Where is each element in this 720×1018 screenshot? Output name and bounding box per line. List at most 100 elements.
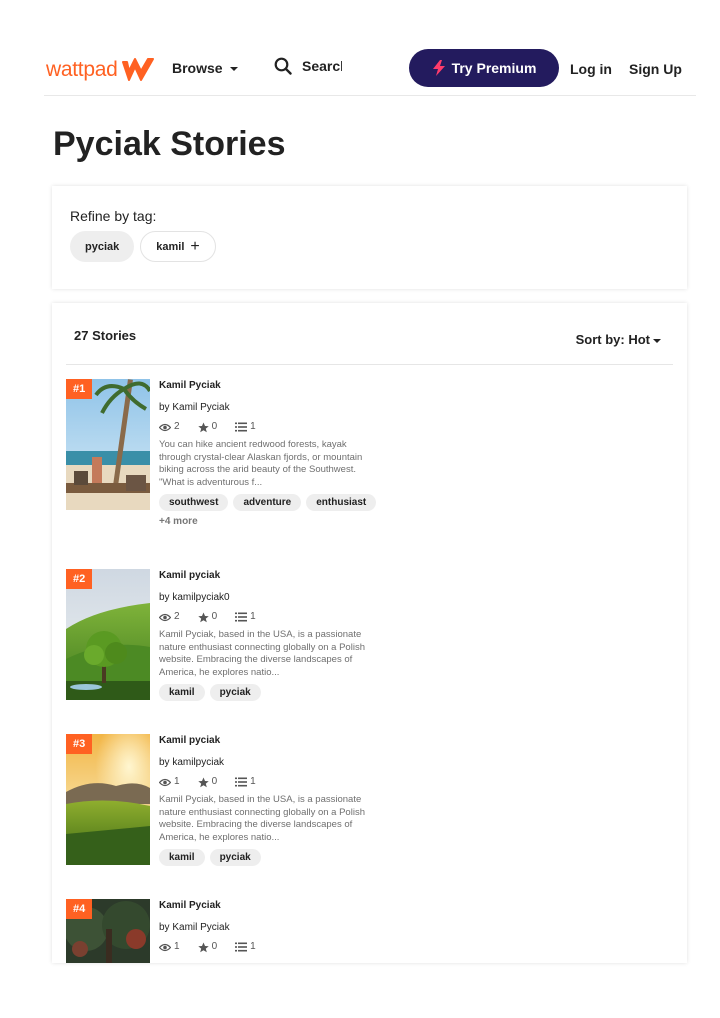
story-stats: 2 0 1 (159, 610, 379, 624)
eye-icon (159, 778, 171, 786)
parts-count: 1 (250, 421, 256, 432)
story-tag[interactable]: enthusiast (306, 494, 377, 511)
story-cover[interactable]: #4 (66, 899, 150, 963)
chevron-down-icon (653, 338, 661, 343)
votes-stat: 0 (197, 610, 218, 624)
rank-badge: #4 (66, 899, 93, 919)
views-count: 1 (174, 776, 180, 787)
story-author[interactable]: by kamilpyciak (159, 756, 379, 770)
star-icon (197, 777, 209, 787)
parts-count: 1 (250, 776, 256, 787)
page-title: Pyciak Stories (53, 125, 286, 163)
story-info: Kamil pyciak by kamilpyciak 1 0 1 Kamil … (159, 734, 379, 866)
sort-dropdown[interactable]: Sort by: Hot (576, 332, 661, 347)
browse-menu[interactable]: Browse (172, 60, 238, 76)
story-title[interactable]: Kamil Pyciak (159, 899, 379, 913)
story-tags: kamil pyciak (159, 849, 379, 866)
parts-stat: 1 (235, 420, 256, 434)
story-cover[interactable]: #2 (66, 569, 150, 700)
votes-stat: 0 (197, 940, 218, 954)
sort-label: Sort by: Hot (575, 332, 650, 347)
story-description: You can hike ancient redwood forests, ka… (159, 439, 363, 488)
story-tag[interactable]: kamil (159, 849, 205, 866)
story-description: Kamil Pyciak, based in the USA, is a pas… (159, 629, 365, 678)
story-author[interactable]: by kamilpyciak0 (159, 591, 379, 605)
refine-tag-label: kamil (156, 240, 185, 253)
list-icon (235, 777, 248, 787)
stories-count: 27 Stories (74, 328, 137, 343)
views-count: 2 (174, 611, 180, 622)
refine-tag-list: pyciak kamil + (70, 231, 216, 262)
views-count: 1 (174, 941, 180, 952)
story-stats: 1 0 1 (159, 775, 379, 789)
star-icon (197, 422, 209, 432)
search-box[interactable] (274, 57, 342, 75)
votes-count: 0 (211, 941, 218, 952)
eye-icon (159, 613, 171, 621)
votes-stat: 0 (197, 775, 218, 789)
logo-wordmark: wattpad (46, 58, 118, 81)
eye-icon (159, 423, 171, 431)
story-tag[interactable]: pyciak (209, 849, 261, 866)
story-tags: southwest adventure enthusiast +4 more (159, 494, 379, 527)
top-nav: wattpad Browse Try Premium Log in Sign U… (44, 44, 696, 96)
login-link[interactable]: Log in (570, 61, 612, 77)
story-cover[interactable]: #1 (66, 379, 150, 510)
views-stat: 2 (159, 420, 180, 434)
parts-count: 1 (250, 611, 256, 622)
story-stats: 1 0 1 (159, 940, 379, 954)
story-info: Kamil Pyciak by Kamil Pyciak 1 0 1 (159, 899, 379, 954)
story-info: Kamil Pyciak by Kamil Pyciak 2 0 1 You c… (159, 379, 379, 527)
refine-tag-label: pyciak (85, 240, 120, 253)
try-premium-button[interactable]: Try Premium (409, 49, 559, 87)
refine-tag-pyciak[interactable]: pyciak (70, 231, 135, 262)
story-title[interactable]: Kamil Pyciak (159, 379, 379, 393)
votes-stat: 0 (197, 420, 218, 434)
search-icon[interactable] (274, 57, 292, 75)
stories-panel: 27 Stories Sort by: Hot #1 Kamil Pyciak … (52, 303, 687, 963)
signup-link[interactable]: Sign Up (629, 61, 682, 77)
votes-count: 0 (211, 611, 218, 622)
story-title[interactable]: Kamil pyciak (159, 569, 379, 583)
wattpad-w-icon (122, 58, 155, 81)
more-tags-link[interactable]: +4 more (159, 516, 198, 527)
star-icon (197, 942, 209, 952)
parts-stat: 1 (235, 775, 256, 789)
wattpad-logo[interactable]: wattpad (46, 56, 157, 84)
parts-count: 1 (250, 941, 256, 952)
rank-badge: #3 (66, 734, 93, 754)
parts-stat: 1 (235, 940, 256, 954)
browse-label: Browse (172, 60, 223, 76)
story-info: Kamil pyciak by kamilpyciak0 2 0 1 Kamil… (159, 569, 379, 701)
story-cover[interactable]: #3 (66, 734, 150, 865)
list-icon (235, 942, 248, 952)
refine-by-tag-panel: Refine by tag: pyciak kamil + (52, 186, 687, 289)
parts-stat: 1 (235, 610, 256, 624)
votes-count: 0 (211, 776, 218, 787)
views-stat: 1 (159, 940, 180, 954)
story-stats: 2 0 1 (159, 420, 379, 434)
story-tag[interactable]: southwest (159, 494, 229, 511)
story-author[interactable]: by Kamil Pyciak (159, 921, 379, 935)
views-stat: 1 (159, 775, 180, 789)
search-input[interactable] (302, 58, 342, 74)
chevron-down-icon (229, 67, 238, 71)
story-author[interactable]: by Kamil Pyciak (159, 401, 379, 415)
views-count: 2 (174, 421, 180, 432)
story-description: Kamil Pyciak, based in the USA, is a pas… (159, 794, 365, 843)
list-icon (235, 422, 248, 432)
rank-badge: #2 (66, 569, 93, 589)
refine-label: Refine by tag: (70, 208, 157, 224)
refine-tag-kamil[interactable]: kamil + (140, 231, 216, 262)
lightning-icon (432, 60, 445, 76)
plus-icon: + (190, 237, 200, 255)
try-premium-label: Try Premium (451, 60, 537, 76)
rank-badge: #1 (66, 379, 93, 399)
story-title[interactable]: Kamil pyciak (159, 734, 379, 748)
story-tag[interactable]: kamil (159, 684, 205, 701)
votes-count: 0 (211, 421, 218, 432)
story-tag[interactable]: adventure (233, 494, 302, 511)
star-icon (197, 612, 209, 622)
story-tag[interactable]: pyciak (209, 684, 261, 701)
story-tags: kamil pyciak (159, 684, 379, 701)
